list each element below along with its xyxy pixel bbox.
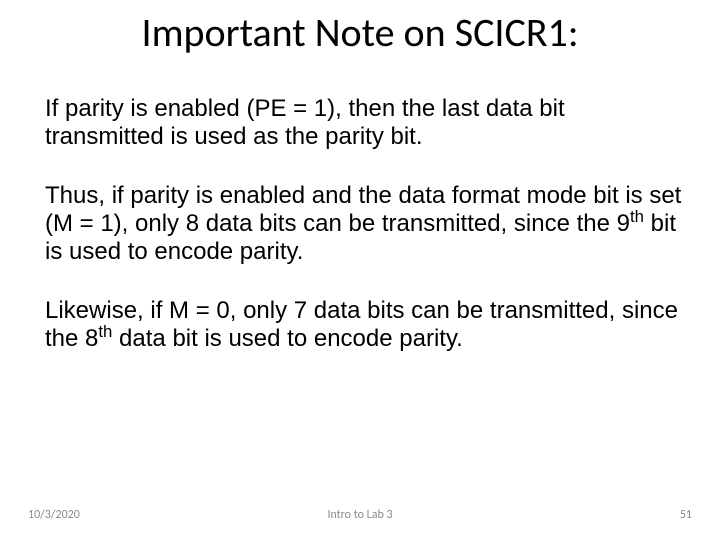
paragraph-1: If parity is enabled (PE = 1), then the … <box>45 95 685 152</box>
slide-title: Important Note on SCICR1: <box>0 8 720 57</box>
footer-page-number: 51 <box>680 508 692 522</box>
slide-body: If parity is enabled (PE = 1), then the … <box>45 95 685 383</box>
paragraph-3-b: data bit is used to encode parity. <box>112 325 462 352</box>
footer-center: Intro to Lab 3 <box>0 508 720 522</box>
paragraph-3-sup: th <box>98 322 112 341</box>
paragraph-2: Thus, if parity is enabled and the data … <box>45 182 685 267</box>
slide: Important Note on SCICR1: If parity is e… <box>0 0 720 540</box>
paragraph-2-sup: th <box>630 207 644 226</box>
paragraph-2-a: Thus, if parity is enabled and the data … <box>45 182 681 237</box>
paragraph-3: Likewise, if M = 0, only 7 data bits can… <box>45 297 685 354</box>
